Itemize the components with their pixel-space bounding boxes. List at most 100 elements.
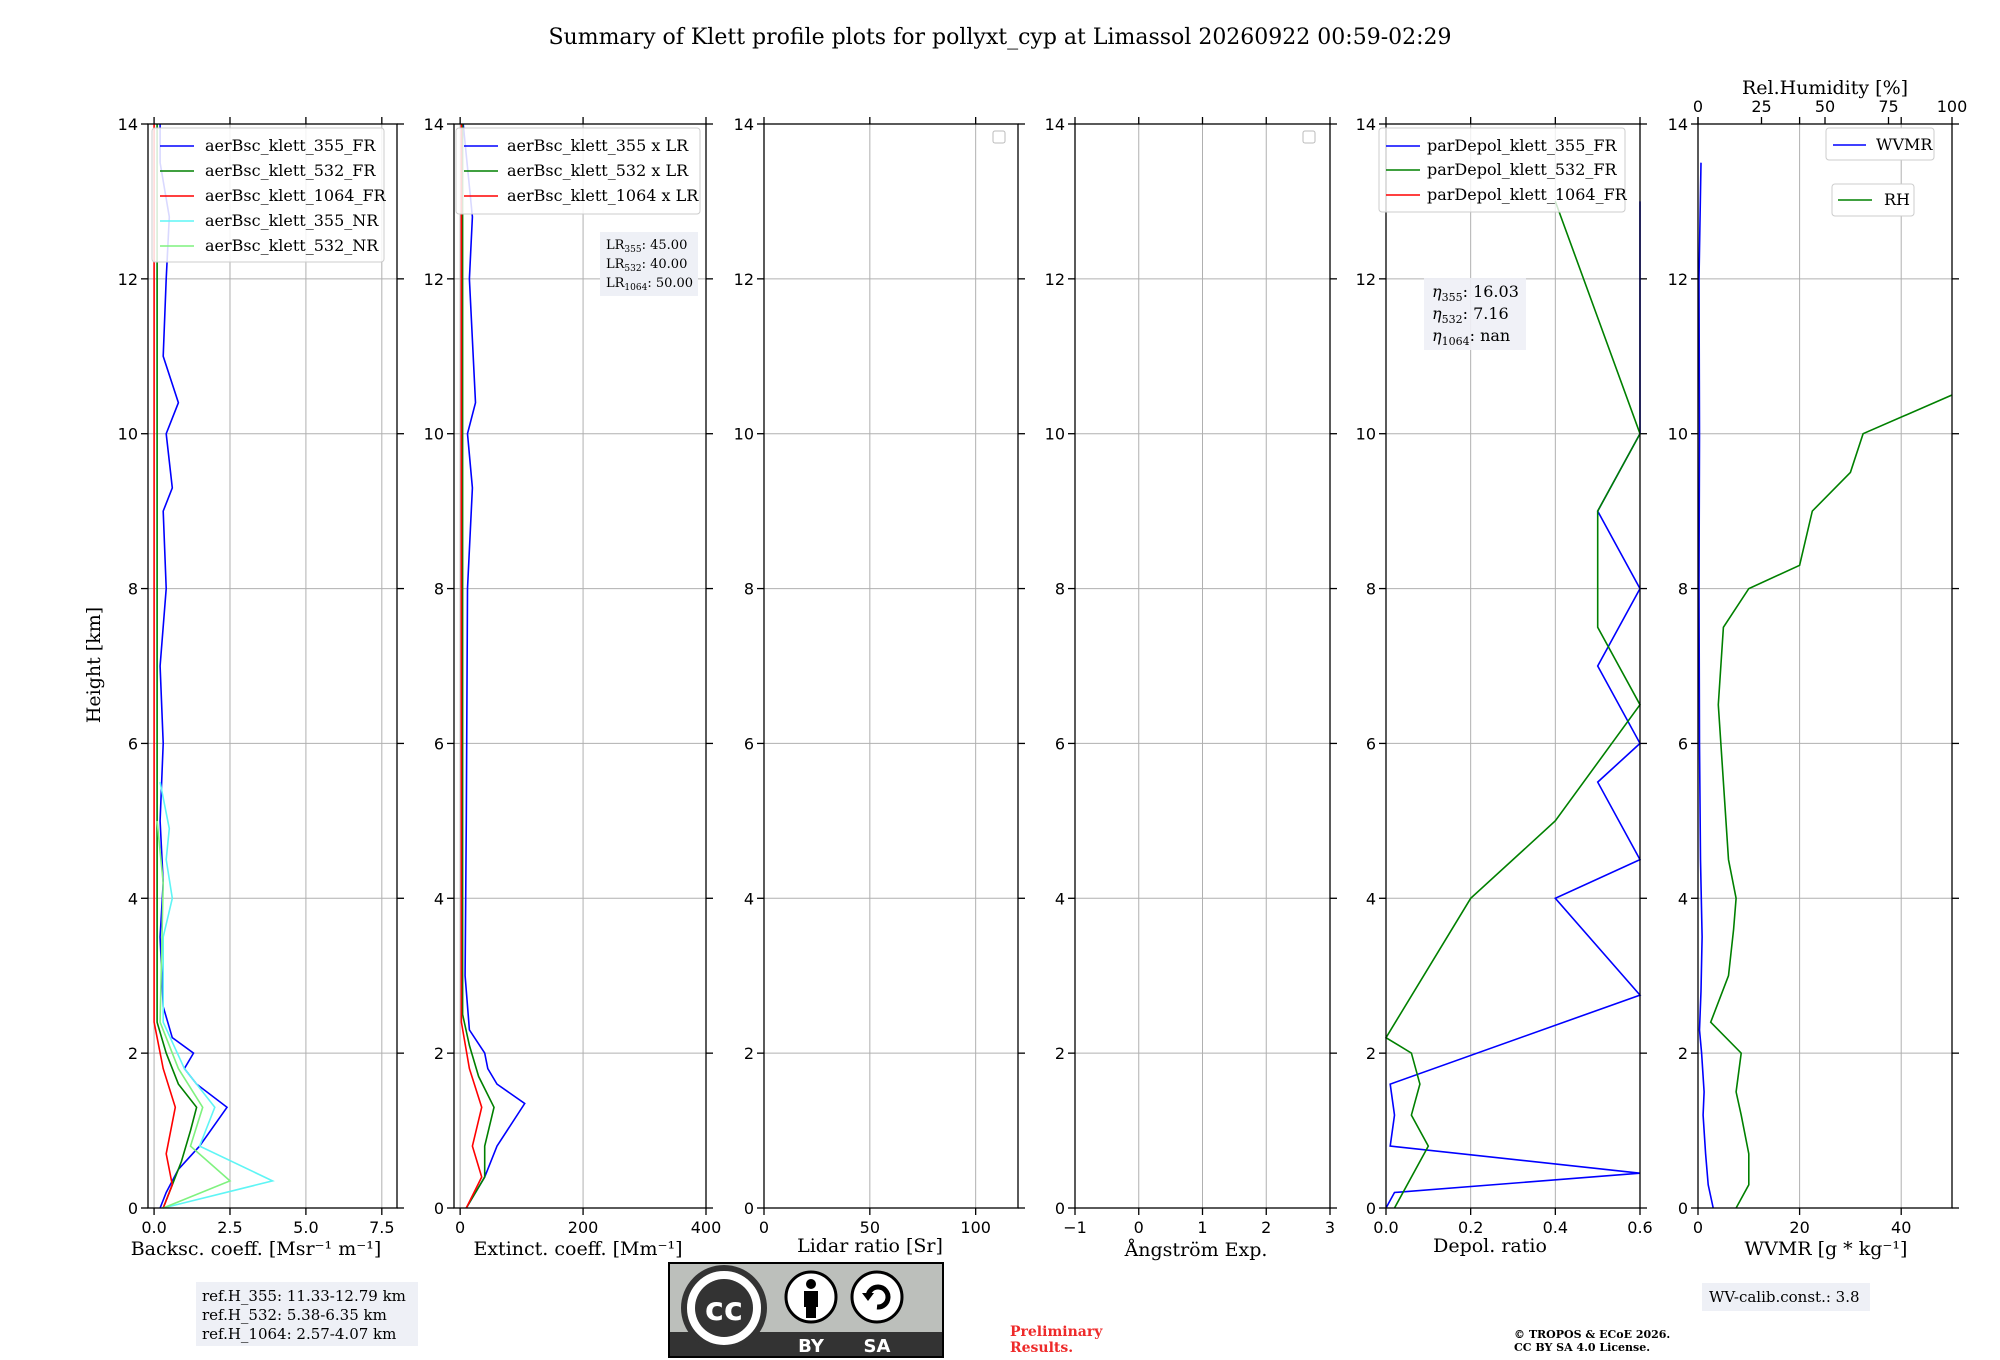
ext-legend-item-2: aerBsc_klett_1064 x LR: [507, 186, 699, 205]
x-tick-label: 100: [960, 1218, 991, 1237]
y-tick-label: 14: [1356, 115, 1376, 134]
y-tick-label: 6: [128, 734, 138, 753]
y-tick-label: 14: [424, 115, 444, 134]
x-tick-label: 0: [1693, 1218, 1703, 1237]
ext-legend-item-0: aerBsc_klett_355 x LR: [507, 136, 689, 155]
y-tick-label: 8: [1366, 580, 1376, 599]
rh-tick-label: 100: [1937, 97, 1968, 116]
x-tick-label: 5.0: [293, 1218, 318, 1237]
lidar-xlabel: Lidar ratio [Sr]: [797, 1235, 943, 1257]
y-tick-label: 2: [1678, 1044, 1688, 1063]
depol-legend: parDepol_klett_355_FR parDepol_klett_532…: [1378, 127, 1628, 213]
reference-height-box: ref.H_355: 11.33-12.79 km ref.H_532: 5.3…: [196, 1282, 418, 1346]
y-tick-label: 4: [1055, 889, 1065, 908]
cc-text: cc: [705, 1290, 743, 1328]
y-tick-label: 6: [744, 734, 754, 753]
y-tick-label: 8: [128, 580, 138, 599]
y-tick-label: 12: [1045, 270, 1065, 289]
rh-tick-label: 75: [1878, 97, 1898, 116]
axes-frame: [1697, 123, 1953, 1209]
y-tick-label: 8: [744, 580, 754, 599]
y-tick-label: 10: [118, 425, 138, 444]
y-tick-label: 6: [1055, 734, 1065, 753]
lidar-empty-legend: [992, 130, 1006, 144]
x-tick-label: 400: [691, 1218, 722, 1237]
wvmr-legend-item: WVMR: [1876, 135, 1933, 154]
ext-legend-item-1: aerBsc_klett_532 x LR: [507, 161, 689, 180]
y-tick-label: 12: [1668, 270, 1688, 289]
axes-frame: [763, 123, 1019, 1209]
y-tick-label: 12: [1356, 270, 1376, 289]
figure: Summary of Klett profile plots for polly…: [83, 25, 1968, 1358]
wv-calib-text: WV-calib.const.: 3.8: [1709, 1288, 1860, 1306]
y-tick-label: 8: [434, 580, 444, 599]
y-tick-label: 8: [1678, 580, 1688, 599]
x-tick-label: 2: [1261, 1218, 1271, 1237]
y-tick-label: 4: [1366, 889, 1376, 908]
bsc-legend-item-0: aerBsc_klett_355_FR: [205, 136, 376, 155]
copyright-line-1: © TROPOS & ECoE 2026.: [1514, 1328, 1670, 1341]
rh-tick-label: 25: [1751, 97, 1771, 116]
series-aerbsc-klett-355-nr: [159, 781, 275, 1209]
angstrom-xlabel: Ångström Exp.: [1124, 1239, 1268, 1261]
series-rh: [1709, 394, 1953, 1209]
y-tick-label: 12: [734, 270, 754, 289]
refh-355: ref.H_355: 11.33-12.79 km: [202, 1287, 406, 1305]
y-tick-label: 2: [1055, 1044, 1065, 1063]
lr-355: LR355: 45.00: [606, 238, 687, 255]
y-tick-label: 14: [1045, 115, 1065, 134]
x-tick-label: 20: [1789, 1218, 1809, 1237]
y-tick-label: 6: [434, 734, 444, 753]
y-tick-label: 10: [734, 425, 754, 444]
ext-xlabel: Extinct. coeff. [Mm⁻¹]: [473, 1238, 682, 1260]
x-tick-label: 3: [1325, 1218, 1335, 1237]
y-axis-label: Height [km]: [83, 607, 105, 723]
x-tick-label: 7.5: [369, 1218, 394, 1237]
angstrom-empty-legend: [1302, 130, 1316, 144]
y-tick-label: 12: [118, 270, 138, 289]
x-tick-label: 0.0: [1373, 1218, 1398, 1237]
y-tick-label: 14: [1668, 115, 1688, 134]
rh-tick-label: 50: [1815, 97, 1835, 116]
rh-legend: RH: [1831, 183, 1915, 217]
depol-legend-item-0: parDepol_klett_355_FR: [1427, 136, 1618, 155]
panel-lidar-ratio: 024681012140 50 100: [734, 115, 1025, 1237]
y-tick-label: 6: [1678, 734, 1688, 753]
x-tick-label: 2.5: [217, 1218, 242, 1237]
cc-license-badge: cc BY SA: [668, 1262, 944, 1358]
y-tick-label: 0: [128, 1199, 138, 1218]
figure-title: Summary of Klett profile plots for polly…: [548, 25, 1451, 50]
refh-532: ref.H_532: 5.38-6.35 km: [202, 1306, 387, 1324]
y-tick-label: 4: [1678, 889, 1688, 908]
preliminary-line-2: Results.: [1010, 1340, 1073, 1356]
series-pardepol-klett-532-fr: [1384, 201, 1641, 1209]
x-tick-label: 0: [759, 1218, 769, 1237]
y-tick-label: 2: [434, 1044, 444, 1063]
copyright-line-2: CC BY SA 4.0 License.: [1514, 1341, 1650, 1354]
series-aerbsc-klett-355-x-lr: [462, 123, 526, 1209]
preliminary-line-1: Preliminary: [1010, 1324, 1103, 1340]
panel-angstrom: 02468101214−1 0 1 2 3: [1045, 115, 1337, 1237]
y-tick-label: 4: [128, 889, 138, 908]
x-tick-label: 200: [568, 1218, 599, 1237]
depol-legend-item-2: parDepol_klett_1064_FR: [1427, 185, 1628, 204]
y-tick-label: 0: [1366, 1199, 1376, 1218]
wvmr-legend: WVMR: [1825, 127, 1935, 161]
y-tick-label: 4: [434, 889, 444, 908]
bsc-legend-item-1: aerBsc_klett_532_FR: [205, 161, 376, 180]
bsc-xlabel: Backsc. coeff. [Msr⁻¹ m⁻¹]: [131, 1238, 382, 1260]
eta-info-box: η355: 16.03 η532: 7.16 η1064: nan: [1424, 278, 1526, 350]
x-tick-label: 0.0: [141, 1218, 166, 1237]
by-label: BY: [798, 1336, 825, 1357]
sa-label: SA: [864, 1336, 891, 1357]
x-tick-label: 0.6: [1627, 1218, 1652, 1237]
wvmr-xlabel: WVMR [g * kg⁻¹]: [1745, 1238, 1908, 1260]
y-tick-label: 14: [118, 115, 138, 134]
y-tick-label: 4: [744, 889, 754, 908]
y-tick-label: 0: [744, 1199, 754, 1218]
lr-532: LR532: 40.00: [606, 257, 687, 274]
series-pardepol-klett-355-fr: [1385, 201, 1642, 1209]
series-aerbsc-klett-532-nr: [156, 820, 232, 1209]
x-tick-label: −1: [1063, 1218, 1087, 1237]
wv-calib-box: WV-calib.const.: 3.8: [1702, 1283, 1870, 1311]
